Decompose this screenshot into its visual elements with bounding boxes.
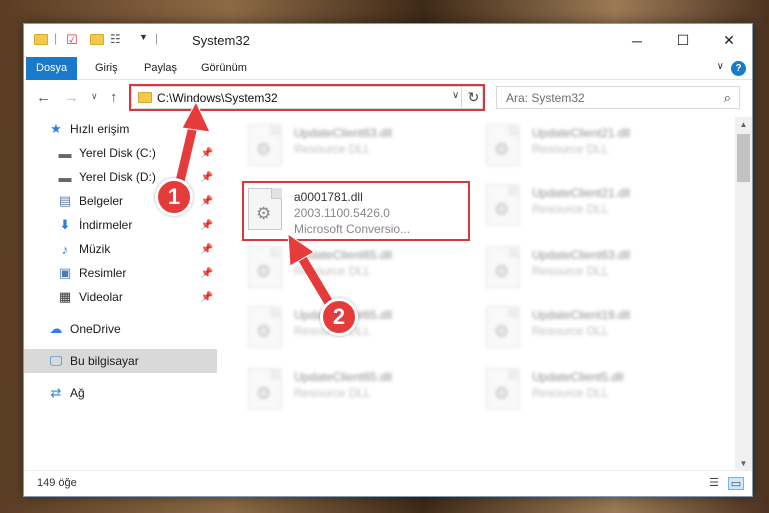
callout-badge-2: 2 (320, 298, 358, 336)
callout-arrows (173, 100, 337, 313)
arrow-one-head (181, 100, 211, 133)
callout-badge-1: 1 (155, 178, 193, 216)
